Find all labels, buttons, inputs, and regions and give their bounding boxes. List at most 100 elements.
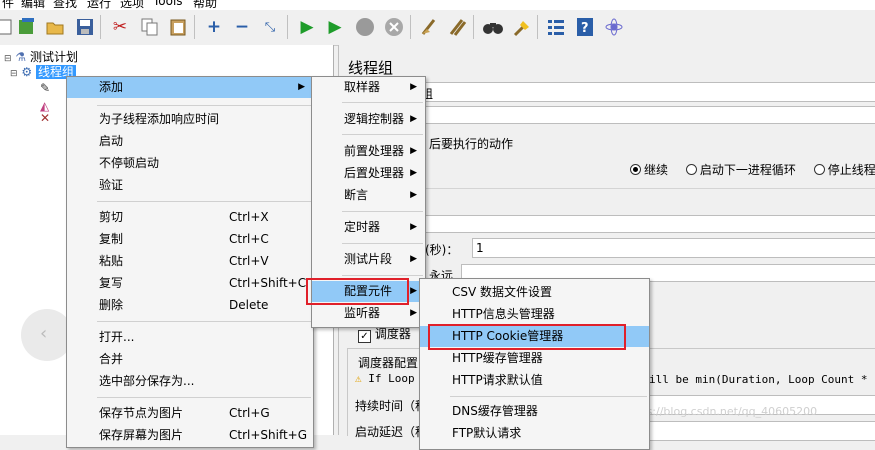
menu-separator — [450, 396, 647, 397]
shutdown-icon[interactable] — [383, 16, 405, 38]
toolbar: ✂ + − ⤡ ▶ ▶ ? — [0, 10, 875, 46]
menu-bar: 件 编辑 查找 运行 选项 Tools 帮助 — [0, 0, 875, 10]
tools-icon: ✕ — [40, 111, 51, 125]
help-icon[interactable]: ? — [574, 16, 596, 38]
new-icon[interactable] — [0, 16, 16, 38]
submenu-item-test-fragment[interactable]: 测试片段 ▶ — [312, 249, 425, 270]
menu-item-cut[interactable]: 剪切 Ctrl+X — [67, 207, 313, 228]
toolbar-separator — [287, 15, 288, 39]
menu-item-paste[interactable]: 粘贴 Ctrl+V — [67, 251, 313, 272]
save-icon[interactable] — [74, 16, 96, 38]
stop-icon[interactable] — [354, 16, 376, 38]
ramp-up-field[interactable]: 1 — [472, 238, 875, 258]
chevron-right-icon: ▶ — [410, 114, 417, 124]
scheduler-label: 调度器 — [374, 327, 411, 341]
menu-file[interactable]: 件 — [2, 0, 14, 10]
clear-all-icon[interactable] — [446, 16, 468, 38]
menu-item-save-screen-image[interactable]: 保存屏幕为图片 Ctrl+Shift+G — [67, 425, 313, 446]
chevron-right-icon: ▶ — [410, 286, 417, 296]
comments-field[interactable] — [419, 106, 875, 124]
menu-run[interactable]: 运行 — [87, 0, 111, 10]
clear-icon[interactable] — [418, 16, 440, 38]
menu-item-validate[interactable]: 验证 — [67, 175, 313, 196]
toggle-icon[interactable]: ⤡ — [259, 16, 281, 38]
search-icon[interactable] — [482, 16, 504, 38]
scheduler-config-title: 调度器配置 — [356, 354, 421, 371]
radio-stop-thread[interactable]: 停止线程 — [813, 163, 875, 177]
ramp-up-label: (秒)： — [425, 243, 459, 257]
radio-next-loop[interactable]: 启动下一进程循环 — [685, 163, 796, 177]
add-submenu: 取样器 ▶ 逻辑控制器 ▶ 前置处理器 ▶ 后置处理器 ▶ 断言 ▶ 定时器 ▶ 测试片段 ▶… — [311, 76, 426, 328]
menu-item-copy[interactable]: 复制 Ctrl+C — [67, 229, 313, 250]
menu-item-open[interactable]: 打开... — [67, 327, 313, 348]
submenu-item-timer[interactable]: 定时器 ▶ — [312, 217, 425, 238]
menu-separator — [97, 321, 311, 322]
menu-separator — [97, 397, 311, 398]
context-menu: 添加 ▶ 为子线程添加响应时间 启动 不停顿启动 验证 剪切 Ctrl+X 复制 Ct… — [66, 76, 314, 448]
chevron-right-icon: ▶ — [410, 146, 417, 156]
submenu-item-pre-processor[interactable]: 前置处理器 ▶ — [312, 141, 425, 162]
chevron-right-icon: ▶ — [410, 168, 417, 178]
warning-icon: ⚠ — [355, 372, 362, 385]
submenu-item-config-element[interactable]: 配置元件 ▶ — [312, 281, 425, 302]
menu-item-save-node-image[interactable]: 保存节点为图片 Ctrl+G — [67, 403, 313, 424]
open-icon[interactable] — [44, 16, 66, 38]
submenu-item-listener[interactable]: 监听器 ▶ — [312, 303, 425, 324]
name-field[interactable]: 组 — [419, 82, 875, 102]
warning-text-tail: ill be min(Duration, Loop Count * iter — [649, 373, 875, 386]
config-item-dns-cache[interactable]: DNS缓存管理器 — [420, 401, 649, 422]
menu-separator — [342, 211, 423, 212]
svg-text:?: ? — [581, 21, 589, 36]
chevron-right-icon: ▶ — [410, 190, 417, 200]
chevron-right-icon: ▶ — [410, 308, 417, 318]
threads-field[interactable] — [419, 215, 875, 233]
chevron-right-icon: ▶ — [298, 82, 305, 92]
tree-node-label: 测试计划 — [29, 50, 78, 64]
menu-edit[interactable]: 编辑 — [21, 0, 45, 10]
config-item-ftp-defaults[interactable]: FTP默认请求 — [420, 423, 649, 444]
reset-search-icon[interactable] — [511, 16, 533, 38]
error-action-label: 后要执行的动作 — [429, 137, 514, 151]
chevron-left-icon: ‹ — [40, 323, 48, 344]
expand-icon[interactable]: + — [203, 16, 225, 38]
templates-icon[interactable] — [16, 16, 38, 38]
menu-search[interactable]: 查找 — [53, 0, 77, 10]
menu-tools[interactable]: Tools — [153, 0, 183, 8]
menu-item-delete[interactable]: 删除 Delete — [67, 295, 313, 316]
menu-item-start[interactable]: 启动 — [67, 131, 313, 152]
expand-collapse-icon[interactable]: ⊟ — [10, 69, 18, 79]
startup-delay-label: 启动延迟（秒 — [355, 425, 428, 439]
submenu-item-sampler[interactable]: 取样器 ▶ — [312, 77, 425, 98]
menu-options[interactable]: 选项 — [120, 0, 144, 10]
startup-delay-field[interactable] — [649, 421, 875, 441]
copy-icon[interactable] — [139, 16, 161, 38]
menu-separator — [97, 105, 311, 106]
menu-item-start-no-pause[interactable]: 不停顿启动 — [67, 153, 313, 174]
submenu-item-assertion[interactable]: 断言 ▶ — [312, 185, 425, 206]
radio-continue[interactable]: 继续 — [630, 163, 668, 177]
remote-icon[interactable] — [603, 16, 625, 38]
function-helper-icon[interactable] — [545, 16, 567, 38]
menu-item-merge[interactable]: 合并 — [67, 349, 313, 370]
submenu-item-logic-controller[interactable]: 逻辑控制器 ▶ — [312, 109, 425, 130]
menu-item-duplicate[interactable]: 复写 Ctrl+Shift+C — [67, 273, 313, 294]
menu-item-save-selection[interactable]: 选中部分保存为... — [67, 371, 313, 392]
menu-separator — [342, 102, 423, 103]
start-icon[interactable]: ▶ — [296, 16, 318, 38]
chevron-right-icon: ▶ — [410, 82, 417, 92]
cut-icon[interactable]: ✂ — [109, 16, 131, 38]
chevron-right-icon: ▶ — [410, 254, 417, 264]
submenu-item-post-processor[interactable]: 后置处理器 ▶ — [312, 163, 425, 184]
menu-item-add[interactable]: 添加 ▶ — [67, 77, 313, 98]
config-item-request-defaults[interactable]: HTTP请求默认值 — [420, 370, 649, 391]
config-item-csv[interactable]: CSV 数据文件设置 — [420, 282, 649, 303]
paste-icon[interactable] — [167, 16, 189, 38]
toolbar-separator — [410, 15, 411, 39]
config-item-cache-manager[interactable]: HTTP缓存管理器 — [420, 348, 649, 369]
collapse-icon[interactable]: − — [231, 16, 253, 38]
config-item-header-manager[interactable]: HTTP信息头管理器 — [420, 304, 649, 325]
config-item-cookie-manager[interactable]: HTTP Cookie管理器 — [420, 326, 649, 347]
menu-help[interactable]: 帮助 — [193, 0, 217, 10]
start-no-pause-icon[interactable]: ▶ — [324, 16, 346, 38]
menu-item-add-think-times[interactable]: 为子线程添加响应时间 — [67, 109, 313, 130]
